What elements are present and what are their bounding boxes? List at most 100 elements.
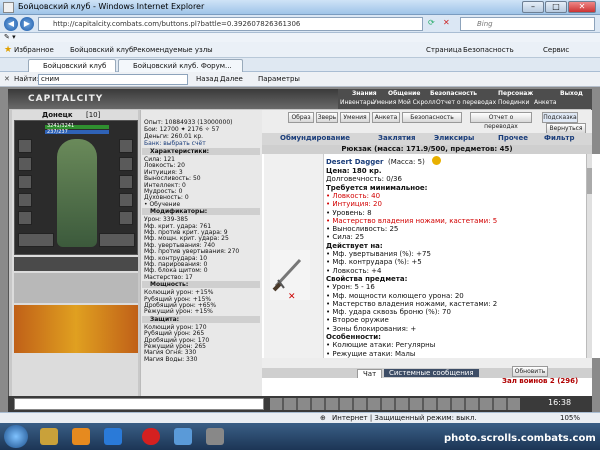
- tab-elixirs[interactable]: Эликсиры: [434, 134, 474, 142]
- stat-row: Магия Воды: 330: [144, 355, 198, 363]
- hint-button[interactable]: Подсказка: [542, 112, 578, 123]
- maximize-button[interactable]: □: [545, 1, 567, 13]
- chat-input[interactable]: [14, 398, 264, 410]
- find-input[interactable]: сним: [38, 74, 188, 85]
- media-icon[interactable]: [72, 428, 90, 445]
- slot-legs[interactable]: [119, 193, 133, 207]
- nav-inventory[interactable]: Инвентарь: [340, 99, 374, 106]
- watermark: photo.scrolls.combats.com: [444, 433, 596, 444]
- item-name[interactable]: Desert Dagger: [326, 158, 383, 166]
- nav-knowledge[interactable]: Знания: [352, 90, 377, 97]
- tab-spells[interactable]: Заклятия: [378, 134, 416, 142]
- menu-security[interactable]: Безопасность: [463, 46, 514, 54]
- start-button[interactable]: [4, 425, 28, 448]
- nav-security[interactable]: Безопасность: [430, 90, 477, 97]
- bank-link[interactable]: Банк: выбрать счёт: [144, 140, 206, 147]
- slot-belt[interactable]: [18, 211, 32, 225]
- slot-weapon[interactable]: [18, 175, 32, 189]
- item-property: • Интуиция: 20: [326, 200, 382, 209]
- nav-fights[interactable]: Поединки: [498, 99, 529, 106]
- nav-exit[interactable]: Выход: [560, 90, 583, 97]
- find-prev-button[interactable]: Назад: [196, 75, 218, 83]
- opera-icon[interactable]: [142, 428, 160, 445]
- app-icon[interactable]: [206, 428, 224, 445]
- nav-transfers[interactable]: Отчет о переводах: [436, 99, 496, 106]
- close-button[interactable]: ✕: [568, 1, 596, 13]
- scroll-thumb[interactable]: [587, 168, 592, 194]
- belt-slots[interactable]: [14, 273, 138, 303]
- star-icon[interactable]: ★: [4, 45, 12, 55]
- transfers-button[interactable]: Отчет о переводах: [470, 112, 532, 130]
- explorer-icon[interactable]: [40, 428, 58, 445]
- tab-bar: Бойцовский клуб Бойцовский клуб. Форум..…: [0, 58, 600, 72]
- menu-tools[interactable]: Сервис: [543, 46, 569, 54]
- nav-skills[interactable]: Умения: [373, 99, 396, 106]
- item-property: • Ловкость: 40: [326, 191, 381, 200]
- stop-icon[interactable]: ✕: [443, 18, 450, 27]
- slot-earrings[interactable]: [119, 139, 133, 153]
- slot-shield[interactable]: [119, 175, 133, 189]
- item-scrollbar[interactable]: [586, 154, 592, 358]
- item-property: • Мф. увертывания (%): +75: [326, 250, 431, 258]
- nav-profile[interactable]: Анкета: [534, 99, 557, 106]
- stats-section-header[interactable]: Защита:: [142, 315, 260, 323]
- taskbar: photo.scrolls.combats.com: [0, 423, 600, 450]
- item-property: • Мф. мощности колющего урона: 20: [326, 291, 464, 300]
- toolbar-icons[interactable]: [270, 398, 520, 410]
- back-icon[interactable]: ◀: [4, 17, 18, 31]
- tools-icon[interactable]: ✎ ▾: [4, 33, 16, 41]
- item-property: Долговечность: 0/36: [326, 175, 402, 184]
- tab-fightclub[interactable]: Бойцовский клуб: [28, 59, 116, 72]
- ie-taskbar-icon[interactable]: [104, 428, 122, 445]
- character-avatar[interactable]: 3241/3241 237/237: [14, 120, 138, 255]
- remove-icon[interactable]: ✕: [288, 292, 296, 302]
- inventory-tabs: Обмундирование Заклятия Эликсиры Прочее …: [262, 133, 592, 145]
- fav-item-fightclub[interactable]: Бойцовский клуб: [70, 46, 133, 54]
- slot-gloves[interactable]: [119, 157, 133, 171]
- tab-other[interactable]: Прочее: [498, 134, 528, 142]
- slot-helmet[interactable]: [18, 139, 32, 153]
- slot-extra[interactable]: [99, 233, 135, 247]
- tab-equipment[interactable]: Обмундирование: [280, 134, 350, 142]
- slot-boots[interactable]: [119, 211, 133, 225]
- nav-chat[interactable]: Общение: [388, 90, 420, 97]
- minimize-button[interactable]: –: [522, 1, 544, 13]
- find-options-button[interactable]: Параметры: [258, 75, 300, 83]
- menu-page[interactable]: Страница: [426, 46, 462, 54]
- slot-armor[interactable]: [18, 193, 32, 207]
- url-input[interactable]: http://capitalcity.combats.com/buttons.p…: [38, 17, 423, 31]
- nav-character[interactable]: Персонаж: [498, 90, 533, 97]
- tab-forum[interactable]: Бойцовский клуб. Форум...: [118, 59, 243, 72]
- fav-item-recommended[interactable]: Рекомендуемые узлы: [133, 46, 213, 54]
- ie-icon: [3, 2, 14, 13]
- quick-slots[interactable]: [14, 257, 138, 271]
- effects-grid[interactable]: [14, 305, 138, 353]
- item-property: • Мастерство владения ножами, кастетами:…: [326, 299, 498, 308]
- stats-section-header[interactable]: Характеристики:: [142, 148, 260, 155]
- skills-button[interactable]: Умения: [340, 112, 370, 123]
- security-button[interactable]: Безопасность: [402, 112, 462, 123]
- favorites-label[interactable]: Избранное: [14, 46, 54, 54]
- slot-rings[interactable]: [18, 233, 54, 247]
- profile-button[interactable]: Анкета: [372, 112, 400, 123]
- character-name[interactable]: Донецк: [42, 111, 73, 119]
- room-name[interactable]: Зал воинов 2 (296): [502, 377, 578, 385]
- ie-window-icon[interactable]: [174, 428, 192, 445]
- find-next-button[interactable]: Далее: [220, 75, 243, 83]
- appearance-button[interactable]: Образ: [288, 112, 314, 123]
- nav-scroll[interactable]: Мой Скролл: [398, 99, 436, 106]
- refresh-icon[interactable]: ⟳: [428, 18, 435, 27]
- backpack-header: Рюкзак (масса: 171.9/500, предметов: 45): [262, 145, 592, 154]
- stats-section-header[interactable]: Мощность:: [142, 281, 260, 289]
- pet-button[interactable]: Зверь: [316, 112, 338, 123]
- tab-system-messages[interactable]: Системные сообщения: [384, 369, 479, 377]
- search-input[interactable]: Bing: [460, 17, 595, 31]
- zoom-level[interactable]: 105%: [560, 414, 580, 422]
- find-close-icon[interactable]: ✕: [4, 75, 10, 83]
- tab-filter[interactable]: Фильтр: [544, 134, 574, 142]
- refresh-button[interactable]: Обновить: [512, 366, 548, 377]
- command-bar: ✎ ▾: [0, 33, 600, 42]
- forward-icon[interactable]: ▶: [20, 17, 34, 31]
- stats-section-header[interactable]: Модификаторы:: [142, 208, 260, 216]
- slot-necklace[interactable]: [18, 157, 32, 171]
